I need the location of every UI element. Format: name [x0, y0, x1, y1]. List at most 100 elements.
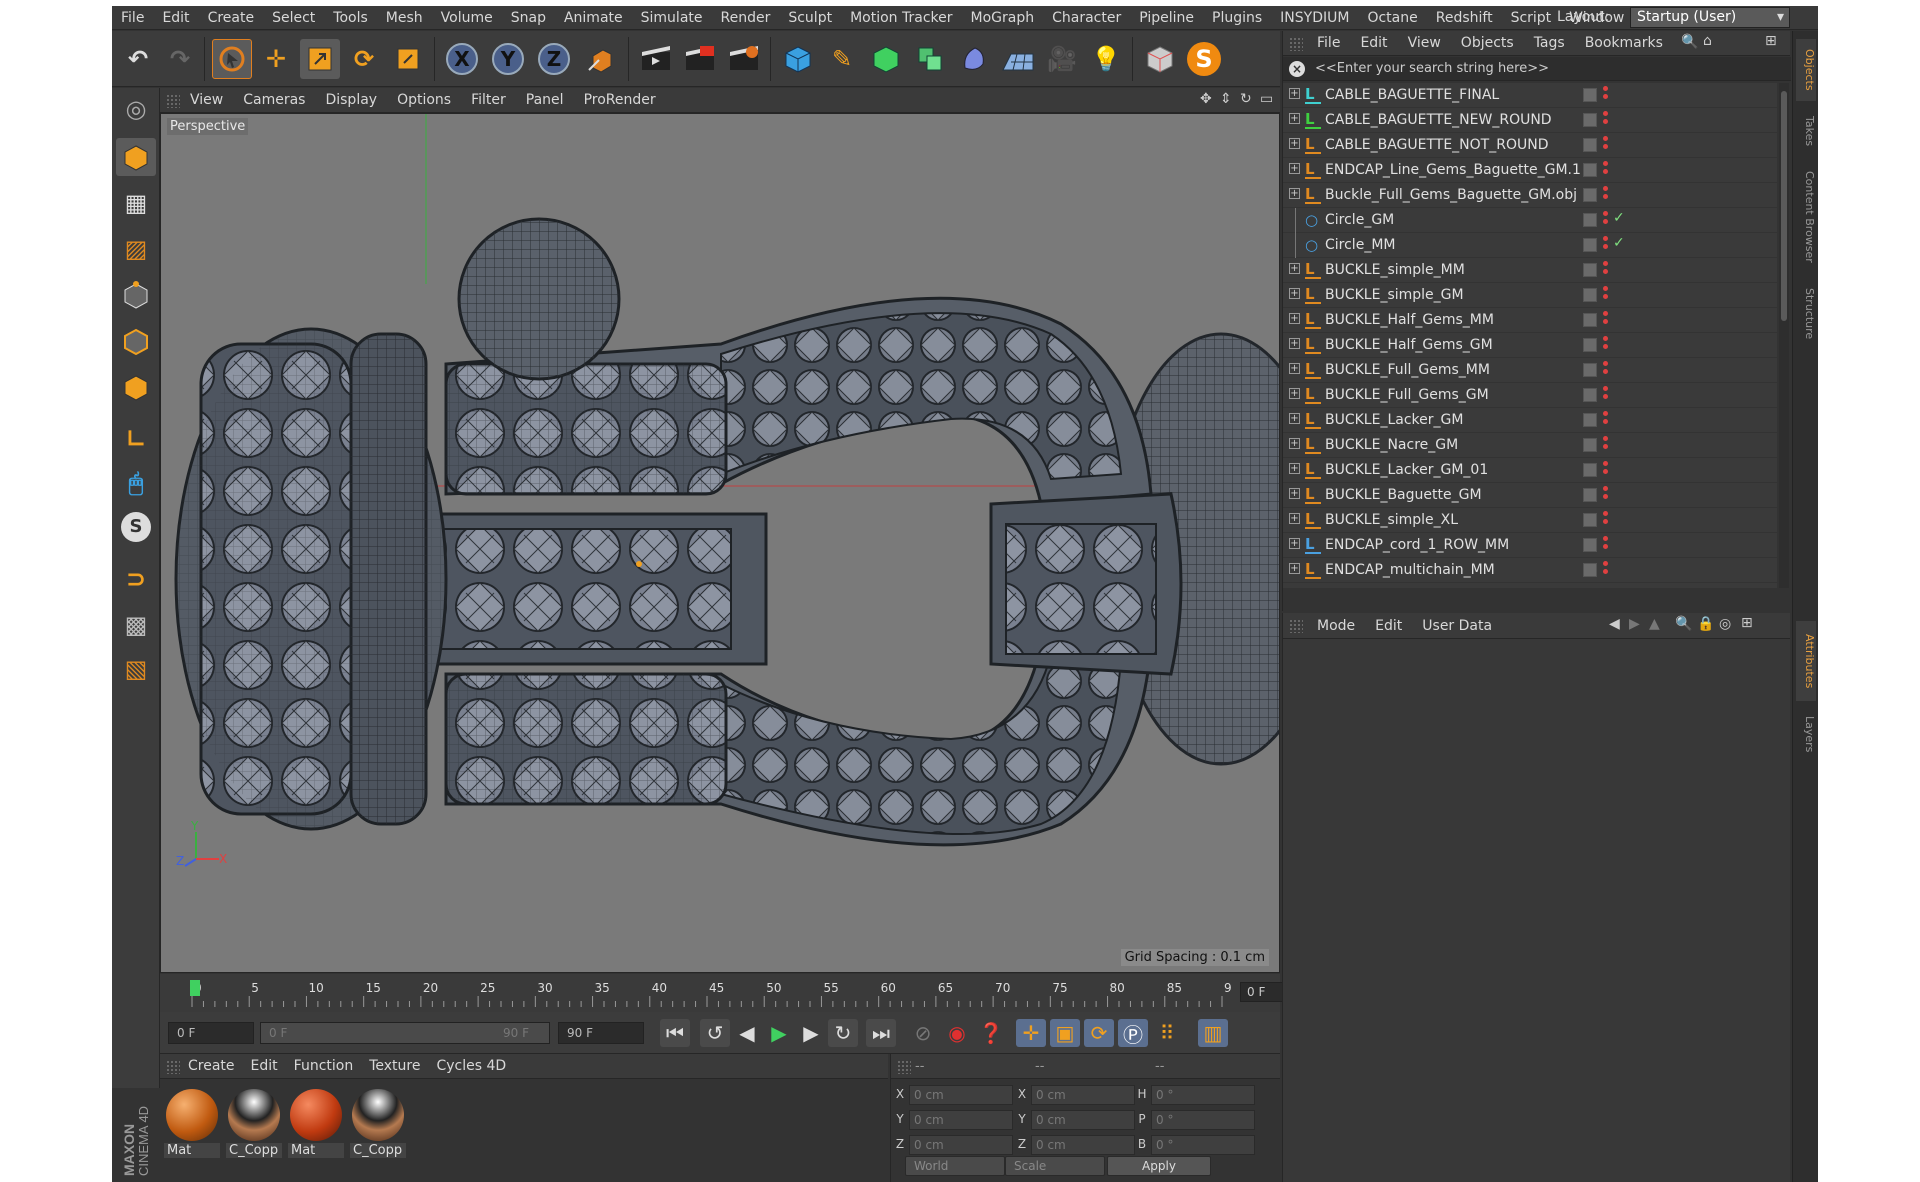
layer-swatch[interactable]: [1583, 288, 1597, 302]
target-icon[interactable]: ◎: [1719, 616, 1731, 632]
layer-swatch[interactable]: [1583, 113, 1597, 127]
forward-arrow-icon[interactable]: ▶: [1629, 616, 1640, 632]
object-name[interactable]: CABLE_BAGUETTE_FINAL: [1325, 87, 1499, 103]
menu-render[interactable]: Render: [712, 10, 780, 26]
deformer-icon[interactable]: [954, 39, 994, 79]
key-rotation-icon[interactable]: ⟳: [1084, 1019, 1114, 1047]
object-row[interactable]: + L BUCKLE_simple_GM: [1283, 283, 1777, 308]
object-row[interactable]: + L CABLE_BAGUETTE_FINAL: [1283, 83, 1777, 108]
expand-toggle-icon[interactable]: +: [1289, 413, 1300, 424]
menu-snap[interactable]: Snap: [502, 10, 555, 26]
timeline-window-icon[interactable]: ▥: [1198, 1019, 1228, 1047]
snap-icon[interactable]: S: [116, 508, 156, 546]
object-name[interactable]: BUCKLE_simple_XL: [1325, 512, 1458, 528]
object-row[interactable]: + L BUCKLE_simple_XL: [1283, 508, 1777, 533]
expand-toggle-icon[interactable]: +: [1289, 513, 1300, 524]
go-to-end-icon[interactable]: ⏭: [866, 1019, 896, 1047]
edges-mode-icon[interactable]: [116, 322, 156, 360]
layer-swatch[interactable]: [1583, 263, 1597, 277]
object-row[interactable]: + L ENDCAP_multichain_MM: [1283, 558, 1777, 583]
tab-takes[interactable]: Takes: [1796, 105, 1816, 157]
tab-content-browser[interactable]: Content Browser: [1796, 161, 1816, 273]
layer-swatch[interactable]: [1583, 188, 1597, 202]
expand-toggle-icon[interactable]: +: [1289, 188, 1300, 199]
object-name[interactable]: ENDCAP_multichain_MM: [1325, 562, 1495, 578]
octane-cube-icon[interactable]: [1140, 39, 1180, 79]
size-field[interactable]: 0 cm: [1031, 1085, 1135, 1105]
texture-mode-icon[interactable]: ▦: [116, 184, 156, 222]
object-row[interactable]: + L BUCKLE_Half_Gems_GM: [1283, 333, 1777, 358]
workplane-icon[interactable]: ▨: [116, 230, 156, 268]
live-selection-icon[interactable]: [212, 39, 252, 79]
object-row[interactable]: + L BUCKLE_Nacre_GM: [1283, 433, 1777, 458]
start-frame-field[interactable]: 0 F: [168, 1022, 254, 1044]
menu-mesh[interactable]: Mesh: [377, 10, 432, 26]
expand-toggle-icon[interactable]: +: [1289, 388, 1300, 399]
enabled-check-icon[interactable]: ✓: [1613, 210, 1625, 226]
frame-range-slider[interactable]: 0 F 90 F: [260, 1022, 550, 1044]
material-swatch[interactable]: C_Copp: [226, 1087, 282, 1163]
coordinate-system-icon[interactable]: [580, 39, 620, 79]
visibility-dots[interactable]: [1603, 211, 1609, 229]
expand-toggle-icon[interactable]: +: [1289, 288, 1300, 299]
menu-pipeline[interactable]: Pipeline: [1130, 10, 1203, 26]
visibility-dots[interactable]: [1603, 361, 1609, 379]
recent-tool-icon[interactable]: [388, 39, 428, 79]
object-name[interactable]: Circle_GM: [1325, 212, 1394, 228]
object-menu-tags[interactable]: Tags: [1524, 35, 1575, 51]
scale-tool-icon[interactable]: [300, 39, 340, 79]
object-name[interactable]: BUCKLE_Lacker_GM_01: [1325, 462, 1488, 478]
end-frame-field[interactable]: 90 F: [558, 1022, 644, 1044]
attribute-menu-user-data[interactable]: User Data: [1412, 618, 1502, 634]
expand-toggle-icon[interactable]: +: [1289, 263, 1300, 274]
visibility-dots[interactable]: [1603, 561, 1609, 579]
floor-icon[interactable]: [998, 39, 1038, 79]
object-name[interactable]: BUCKLE_simple_MM: [1325, 262, 1465, 278]
previous-frame-icon[interactable]: ◀: [732, 1019, 762, 1047]
visibility-dots[interactable]: [1603, 86, 1609, 104]
visibility-dots[interactable]: [1603, 311, 1609, 329]
expand-toggle-icon[interactable]: +: [1289, 463, 1300, 474]
menu-motion-tracker[interactable]: Motion Tracker: [841, 10, 961, 26]
menu-octane[interactable]: Octane: [1358, 10, 1426, 26]
grip-handle[interactable]: [166, 94, 180, 108]
grip-handle[interactable]: [1289, 37, 1303, 51]
visibility-dots[interactable]: [1603, 536, 1609, 554]
object-list-scrollbar[interactable]: [1779, 83, 1789, 588]
object-search-input[interactable]: <<Enter your search string here>>: [1315, 61, 1549, 76]
go-to-start-icon[interactable]: ⏮: [660, 1019, 690, 1047]
camera-icon[interactable]: 🎥: [1042, 39, 1082, 79]
om-home-icon[interactable]: ⌂: [1703, 33, 1712, 49]
visibility-dots[interactable]: [1603, 111, 1609, 129]
object-name[interactable]: BUCKLE_Lacker_GM: [1325, 412, 1463, 428]
object-menu-objects[interactable]: Objects: [1451, 35, 1524, 51]
timeline[interactable]: 051015202530354045505560657075808590 0 F: [160, 974, 1320, 1012]
menu-script[interactable]: Script: [1502, 10, 1561, 26]
previous-key-icon[interactable]: ↺: [700, 1019, 730, 1047]
enabled-check-icon[interactable]: ✓: [1613, 235, 1625, 251]
render-settings-icon[interactable]: [724, 39, 764, 79]
tab-objects[interactable]: Objects: [1796, 39, 1816, 101]
key-position-icon[interactable]: ✛: [1016, 1019, 1046, 1047]
plugin-s-icon[interactable]: S: [1184, 39, 1224, 79]
magnet-icon[interactable]: ⊃: [116, 560, 156, 598]
visibility-dots[interactable]: [1603, 336, 1609, 354]
menu-volume[interactable]: Volume: [432, 10, 502, 26]
material-menu-create[interactable]: Create: [180, 1058, 243, 1074]
layer-swatch[interactable]: [1583, 363, 1597, 377]
next-frame-icon[interactable]: ▶: [796, 1019, 826, 1047]
tweak-mode-icon[interactable]: 🖱: [116, 464, 156, 502]
apply-button[interactable]: Apply: [1107, 1156, 1211, 1176]
visibility-dots[interactable]: [1603, 486, 1609, 504]
object-name[interactable]: BUCKLE_Half_Gems_GM: [1325, 337, 1493, 353]
material-menu-function[interactable]: Function: [286, 1058, 362, 1074]
layer-swatch[interactable]: [1583, 313, 1597, 327]
menu-tools[interactable]: Tools: [324, 10, 377, 26]
rotation-field[interactable]: 0 °: [1151, 1085, 1255, 1105]
material-swatch[interactable]: Mat: [288, 1087, 344, 1163]
points-mode-icon[interactable]: [116, 276, 156, 314]
next-key-icon[interactable]: ↻: [828, 1019, 858, 1047]
layer-swatch[interactable]: [1583, 88, 1597, 102]
zoom-view-icon[interactable]: ⇕: [1220, 91, 1232, 107]
visibility-dots[interactable]: [1603, 136, 1609, 154]
